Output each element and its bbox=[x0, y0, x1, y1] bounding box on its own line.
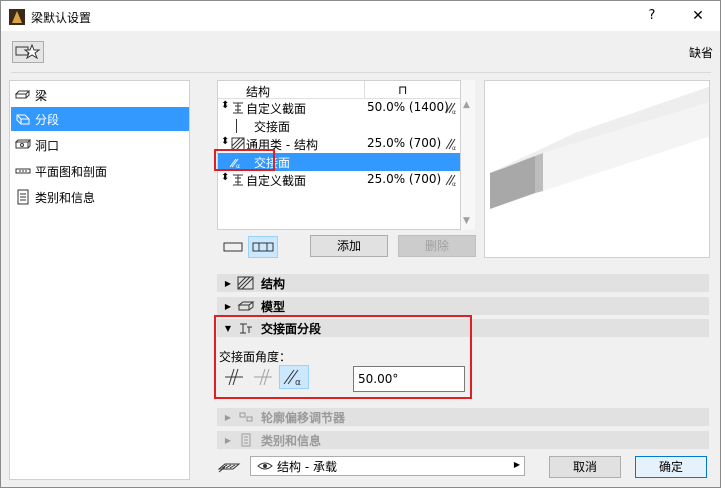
dropdown-arrow-icon: ▶ bbox=[513, 460, 520, 469]
reorder-arrows-icon[interactable]: ⬍ bbox=[221, 100, 229, 111]
panel-title: 轮廓偏移调节器 bbox=[261, 410, 346, 425]
reorder-arrows-icon[interactable]: ⬍ bbox=[221, 172, 229, 183]
close-button[interactable]: ✕ bbox=[675, 1, 721, 31]
nav-item-label: 平面图和剖面 bbox=[35, 164, 108, 179]
beam-preview bbox=[484, 80, 720, 258]
segment-name: 交接面 bbox=[254, 120, 291, 134]
nav-item-label: 梁 bbox=[35, 88, 48, 103]
add-button[interactable]: 添加 bbox=[310, 235, 388, 257]
cancel-button[interactable]: 取消 bbox=[549, 456, 621, 478]
expand-triangle-icon[interactable]: ▶ bbox=[221, 413, 235, 422]
segment-row[interactable]: 交接面 bbox=[218, 117, 460, 135]
expand-triangle-icon[interactable]: ▶ bbox=[221, 436, 235, 445]
panel-profile-offset[interactable]: ▶ 轮廓偏移调节器 bbox=[217, 408, 709, 426]
floorplan-section-icon bbox=[15, 168, 31, 174]
segment-value: 50.0% (1400) bbox=[367, 100, 449, 114]
beam-default-settings-dialog: 梁默认设置 ? ✕ 缺省 梁 分段 洞口 平面图和剖面 类别和信息 结构 ⊓ ⬍… bbox=[0, 0, 721, 488]
nav-item-opening[interactable]: 洞口 bbox=[11, 133, 189, 157]
delete-button[interactable]: 删除 bbox=[398, 235, 476, 257]
segmented-view-icon bbox=[252, 242, 274, 252]
title-bar: 梁默认设置 ? ✕ bbox=[1, 1, 720, 31]
segment-value: 25.0% (700) bbox=[367, 136, 442, 150]
layer-icon bbox=[217, 463, 241, 473]
rectangle-view-icon bbox=[223, 242, 243, 252]
nav-item-classification[interactable]: 类别和信息 bbox=[11, 185, 189, 209]
opening-icon bbox=[15, 139, 31, 149]
svg-text:α: α bbox=[452, 109, 456, 115]
settings-nav-list: 梁 分段 洞口 平面图和剖面 类别和信息 bbox=[9, 80, 190, 480]
favorites-star-icon bbox=[15, 43, 41, 60]
default-label: 缺省 bbox=[689, 46, 714, 60]
model-box-icon bbox=[237, 301, 255, 311]
beam-3d-preview-image bbox=[490, 83, 720, 209]
panel-title: 类别和信息 bbox=[261, 433, 322, 448]
scroll-up-icon[interactable]: ▲ bbox=[463, 100, 470, 110]
custom-profile-icon bbox=[233, 174, 243, 186]
offset-modifier-icon bbox=[239, 412, 253, 422]
nav-item-floorplan-section[interactable]: 平面图和剖面 bbox=[11, 159, 189, 183]
svg-text:α: α bbox=[452, 145, 456, 151]
beam-icon bbox=[15, 90, 31, 99]
column-header-structure: 结构 bbox=[246, 85, 271, 99]
help-button[interactable]: ? bbox=[629, 1, 675, 31]
segment-value: 25.0% (700) bbox=[367, 172, 442, 186]
window-title: 梁默认设置 bbox=[31, 11, 92, 25]
classification-icon bbox=[17, 189, 29, 205]
eye-icon bbox=[257, 462, 273, 470]
expand-triangle-icon[interactable]: ▶ bbox=[221, 279, 235, 288]
layer-value: 结构 - 承载 bbox=[277, 459, 337, 474]
segment-table-header: 结构 ⊓ bbox=[218, 81, 460, 99]
separator bbox=[11, 72, 711, 73]
custom-profile-icon bbox=[233, 102, 243, 114]
panel-classification[interactable]: ▶ 类别和信息 bbox=[217, 431, 709, 449]
segment-table-scrollbar[interactable]: ▲ ▼ bbox=[461, 80, 475, 230]
highlight-junction-panel bbox=[214, 315, 472, 399]
segment-row[interactable]: ⬍ 自定义截面 25.0% (700) α bbox=[218, 171, 460, 189]
segment-view-button[interactable] bbox=[248, 236, 278, 258]
segment-shape-icon[interactable]: α bbox=[444, 137, 458, 151]
svg-text:α: α bbox=[452, 181, 456, 187]
segment-icon bbox=[16, 114, 30, 125]
expand-triangle-icon[interactable]: ▶ bbox=[221, 302, 235, 311]
segment-name: 自定义截面 bbox=[246, 174, 307, 188]
segment-name: 自定义截面 bbox=[246, 102, 307, 116]
nav-item-segment[interactable]: 分段 bbox=[11, 107, 189, 131]
panel-structure[interactable]: ▶ 结构 bbox=[217, 274, 709, 292]
ok-button[interactable]: 确定 bbox=[635, 456, 707, 478]
panel-title: 结构 bbox=[261, 276, 286, 291]
column-header-width-icon: ⊓ bbox=[398, 83, 408, 97]
highlight-selected-junction bbox=[214, 149, 275, 171]
layer-select[interactable]: 结构 - 承载 ▶ bbox=[250, 456, 525, 476]
classification-icon bbox=[241, 433, 251, 447]
panel-model[interactable]: ▶ 模型 bbox=[217, 297, 709, 315]
nav-item-label: 分段 bbox=[35, 112, 60, 127]
segment-row[interactable]: ⬍ 自定义截面 50.0% (1400) α bbox=[218, 99, 460, 117]
nav-item-beam[interactable]: 梁 bbox=[11, 83, 189, 107]
single-view-button[interactable] bbox=[220, 236, 246, 258]
column-divider bbox=[364, 81, 365, 98]
reorder-arrows-icon[interactable]: ⬍ bbox=[221, 136, 229, 147]
segment-shape-icon[interactable]: α bbox=[444, 173, 458, 187]
scroll-down-icon[interactable]: ▼ bbox=[463, 216, 470, 226]
panel-title: 模型 bbox=[261, 299, 286, 314]
favorites-button[interactable] bbox=[12, 41, 44, 63]
nav-item-label: 洞口 bbox=[35, 138, 60, 153]
tree-line bbox=[236, 119, 237, 133]
segment-shape-icon[interactable]: α bbox=[444, 101, 458, 115]
nav-item-label: 类别和信息 bbox=[35, 190, 96, 205]
hatch-icon bbox=[237, 276, 254, 290]
archicad-logo-icon bbox=[9, 9, 25, 25]
